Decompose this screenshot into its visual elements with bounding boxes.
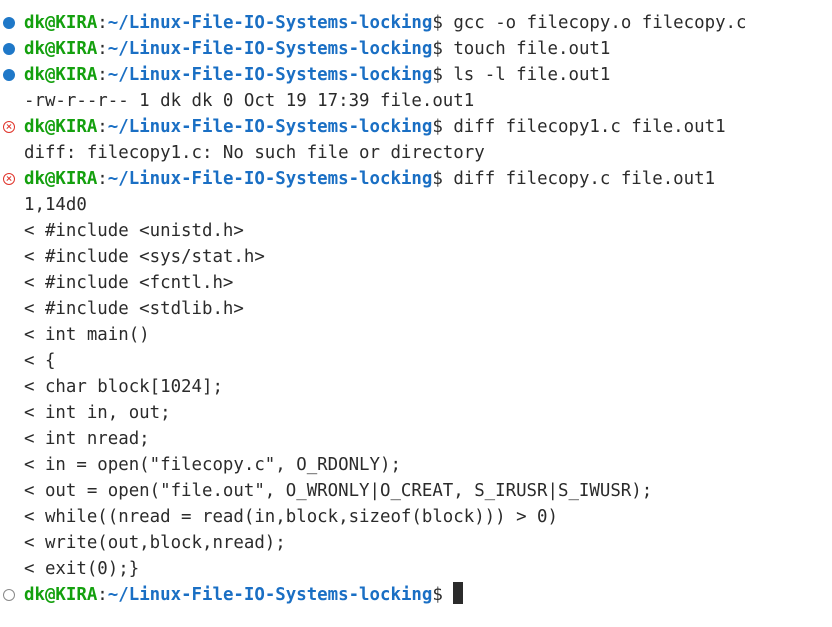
command-text: ls -l file.out1 <box>442 65 611 85</box>
prompt-line: dk@KIRA:~/Linux-File-IO-Systems-locking$… <box>0 36 832 62</box>
command-text: touch file.out1 <box>442 39 611 59</box>
prompt-user: dk@KIRA <box>24 585 98 605</box>
output-line: < write(out,block,nread); <box>24 533 286 553</box>
output-line: < #include <sys/stat.h> <box>24 247 265 267</box>
prompt-line: dk@KIRA:~/Linux-File-IO-Systems-locking$ <box>0 582 832 608</box>
error-circle-icon[interactable] <box>3 173 15 185</box>
error-circle-icon[interactable] <box>3 121 15 133</box>
prompt-line: dk@KIRA:~/Linux-File-IO-Systems-locking$… <box>0 114 832 140</box>
output-line: < out = open("file.out", O_WRONLY|O_CREA… <box>24 481 653 501</box>
terminal-output[interactable]: dk@KIRA:~/Linux-File-IO-Systems-locking$… <box>0 0 832 627</box>
prompt-user: dk@KIRA <box>24 13 98 33</box>
terminal-cursor[interactable] <box>452 582 463 604</box>
output-line: < exit(0);} <box>24 559 140 579</box>
command-text: diff filecopy1.c file.out1 <box>442 117 726 137</box>
output-line: < #include <stdlib.h> <box>24 299 244 319</box>
prompt-path: ~/Linux-File-IO-Systems-locking <box>107 65 433 85</box>
prompt-symbol: $ <box>432 169 443 189</box>
output-line: diff: filecopy1.c: No such file or direc… <box>24 143 485 163</box>
success-dot-icon[interactable] <box>3 69 15 81</box>
prompt-symbol: $ <box>432 585 443 605</box>
success-dot-icon[interactable] <box>3 17 15 29</box>
output-line: < while((nread = read(in,block,sizeof(bl… <box>24 507 558 527</box>
prompt-line: dk@KIRA:~/Linux-File-IO-Systems-locking$… <box>0 62 832 88</box>
prompt-separator: : <box>97 169 108 189</box>
command-text: gcc -o filecopy.o filecopy.c <box>442 13 747 33</box>
prompt-path: ~/Linux-File-IO-Systems-locking <box>107 39 433 59</box>
prompt-symbol: $ <box>432 117 443 137</box>
prompt-separator: : <box>97 13 108 33</box>
output-line: < int nread; <box>24 429 150 449</box>
prompt-path: ~/Linux-File-IO-Systems-locking <box>107 585 433 605</box>
output-line: < char block[1024]; <box>24 377 223 397</box>
prompt-user: dk@KIRA <box>24 117 98 137</box>
output-line: < #include <unistd.h> <box>24 221 244 241</box>
output-line: < { <box>24 351 56 371</box>
prompt-symbol: $ <box>432 65 443 85</box>
output-line: < #include <fcntl.h> <box>24 273 234 293</box>
prompt-path: ~/Linux-File-IO-Systems-locking <box>107 169 433 189</box>
output-line: 1,14d0 <box>24 195 87 215</box>
prompt-user: dk@KIRA <box>24 39 98 59</box>
output-line: < int in, out; <box>24 403 171 423</box>
output-line: -rw-r--r-- 1 dk dk 0 Oct 19 17:39 file.o… <box>24 91 475 111</box>
output-line: < int main() <box>24 325 150 345</box>
prompt-separator: : <box>97 65 108 85</box>
prompt-user: dk@KIRA <box>24 65 98 85</box>
prompt-symbol: $ <box>432 39 443 59</box>
prompt-line: dk@KIRA:~/Linux-File-IO-Systems-locking$… <box>0 10 832 36</box>
success-dot-icon[interactable] <box>3 43 15 55</box>
prompt-path: ~/Linux-File-IO-Systems-locking <box>107 13 433 33</box>
output-line: < in = open("filecopy.c", O_RDONLY); <box>24 455 401 475</box>
prompt-separator: : <box>97 39 108 59</box>
prompt-separator: : <box>97 117 108 137</box>
prompt-line: dk@KIRA:~/Linux-File-IO-Systems-locking$… <box>0 166 832 192</box>
prompt-symbol: $ <box>432 13 443 33</box>
command-text: diff filecopy.c file.out1 <box>442 169 716 189</box>
prompt-separator: : <box>97 585 108 605</box>
pending-circle-icon[interactable] <box>3 589 15 601</box>
prompt-path: ~/Linux-File-IO-Systems-locking <box>107 117 433 137</box>
prompt-user: dk@KIRA <box>24 169 98 189</box>
